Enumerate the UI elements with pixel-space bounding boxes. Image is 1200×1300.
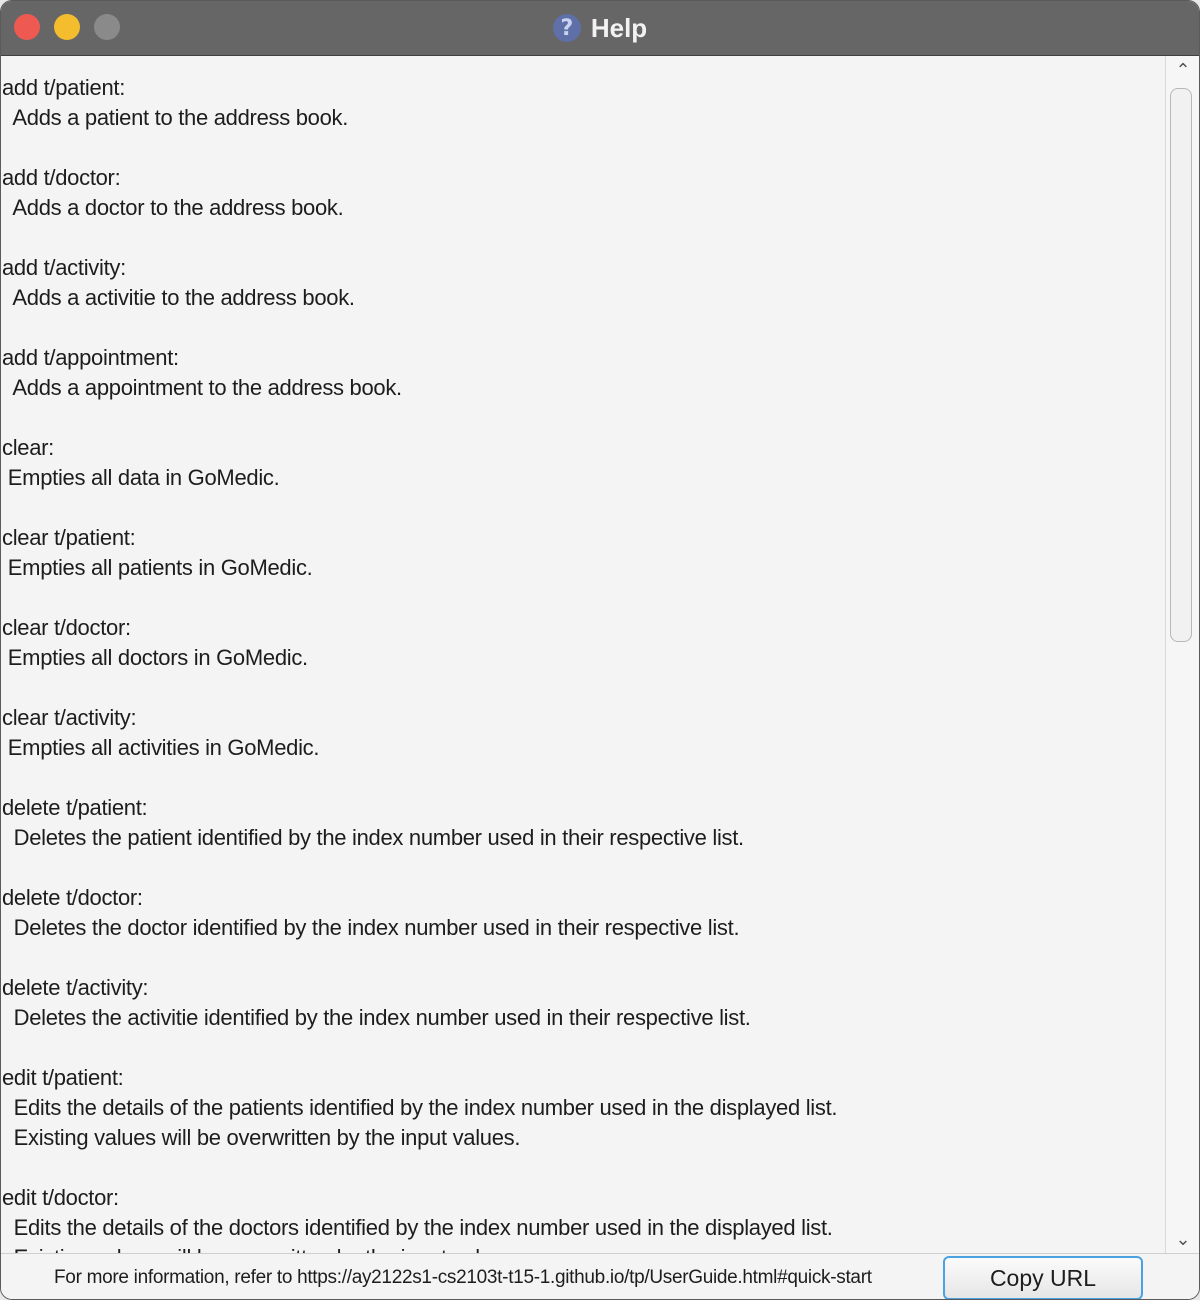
chevron-up-icon[interactable]: ⌃ xyxy=(1166,56,1199,84)
help-content-area[interactable]: add t/patient: Adds a patient to the add… xyxy=(1,56,1165,1253)
help-command-text: add t/patient: Adds a patient to the add… xyxy=(2,75,838,1253)
window-title-group: ? Help xyxy=(1,1,1199,55)
window-title: Help xyxy=(590,12,648,43)
copy-url-button[interactable]: Copy URL xyxy=(943,1256,1143,1299)
chevron-down-icon[interactable]: ⌄ xyxy=(1166,1225,1199,1253)
user-guide-info-text: For more information, refer to https://a… xyxy=(54,1267,872,1288)
title-bar[interactable]: ? Help xyxy=(1,1,1199,56)
help-question-icon: ? xyxy=(552,14,581,42)
vertical-scrollbar[interactable]: ⌃ ⌄ xyxy=(1165,56,1199,1253)
help-window: ? Help add t/patient: Adds a patient to … xyxy=(0,0,1200,1300)
scrollbar-thumb[interactable] xyxy=(1170,88,1192,642)
footer-bar: For more information, refer to https://a… xyxy=(1,1253,1199,1299)
